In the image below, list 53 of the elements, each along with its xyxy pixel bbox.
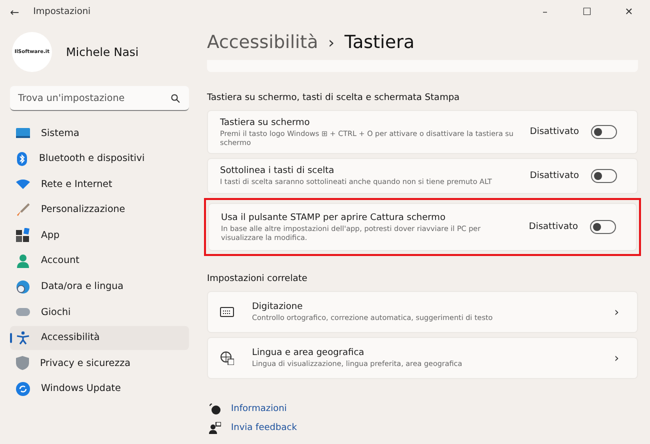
brush-icon [16,202,30,217]
search-field[interactable]: Trova un'impostazione [10,86,189,111]
language-icon [220,351,234,365]
sidebar-item[interactable]: Rete e Internet [10,172,189,196]
globe-clock-icon [16,280,30,294]
section-heading: Impostazioni correlate [207,274,308,284]
back-button[interactable]: ← [10,6,20,18]
toggle-state-label: Disattivato [530,127,579,137]
setting-title: Digitazione [252,302,304,312]
apps-icon [16,228,30,242]
chevron-icon: › [614,351,619,365]
sidebar-item[interactable]: Accessibilità [10,326,189,350]
feedback-icon [209,422,221,434]
sidebar-item[interactable]: Data/ora e lingua [10,274,189,299]
keyboard-icon [220,307,234,317]
breadcrumb-separator: › [328,32,335,52]
sidebar-item[interactable]: Account [10,248,189,273]
window-title: Impostazioni [33,7,91,17]
toggle-state-label: Disattivato [528,222,578,232]
minimize-button[interactable]: – [524,6,566,18]
sidebar-item[interactable]: Giochi [10,300,189,324]
sidebar-item[interactable]: Bluetooth e dispositivi [10,146,189,171]
sidebar-item[interactable]: Personalizzazione [10,198,189,222]
sidebar-item[interactable]: Privacy e sicurezza [10,351,189,376]
search-icon [171,94,180,103]
update-icon [16,382,30,396]
sidebar-item[interactable]: Windows Update [10,376,189,401]
wifi-icon [16,179,30,190]
chevron-icon: › [614,305,619,319]
person-icon [16,254,30,268]
monitor-icon [16,127,30,139]
shield-icon [16,356,29,370]
sidebar-item[interactable]: App [10,223,189,248]
close-button[interactable]: ✕ [608,6,650,18]
breadcrumb-link[interactable]: Accessibilità [207,32,318,52]
bluetooth-icon [16,152,28,166]
toggle-switch[interactable] [590,220,616,234]
gamepad-icon [16,307,30,318]
setting-title: Tastiera su schermo [220,118,311,128]
help-link[interactable]: Invia feedback [231,423,297,433]
setting-title: Sottolinea i tasti di scelta [220,166,336,176]
help-link[interactable]: Informazioni [231,404,287,414]
user-name: Michele Nasi [66,45,139,59]
setting-title: Lingua e area geografica [252,348,366,358]
sidebar-item[interactable]: Sistema [10,121,189,145]
accessibility-icon [16,330,30,345]
section-heading: Tastiera su schermo, tasti di scelta e schermata Stampa [207,93,461,103]
toggle-state-label: Disattivato [530,171,579,181]
maximize-button[interactable]: ☐ [566,6,608,18]
setting-title: Usa il pulsante STAMP per aprire Cattura schermo [221,212,446,222]
toggle-switch[interactable] [591,125,617,139]
toggle-switch[interactable] [591,169,617,183]
page-title: Tastiera [344,32,415,52]
